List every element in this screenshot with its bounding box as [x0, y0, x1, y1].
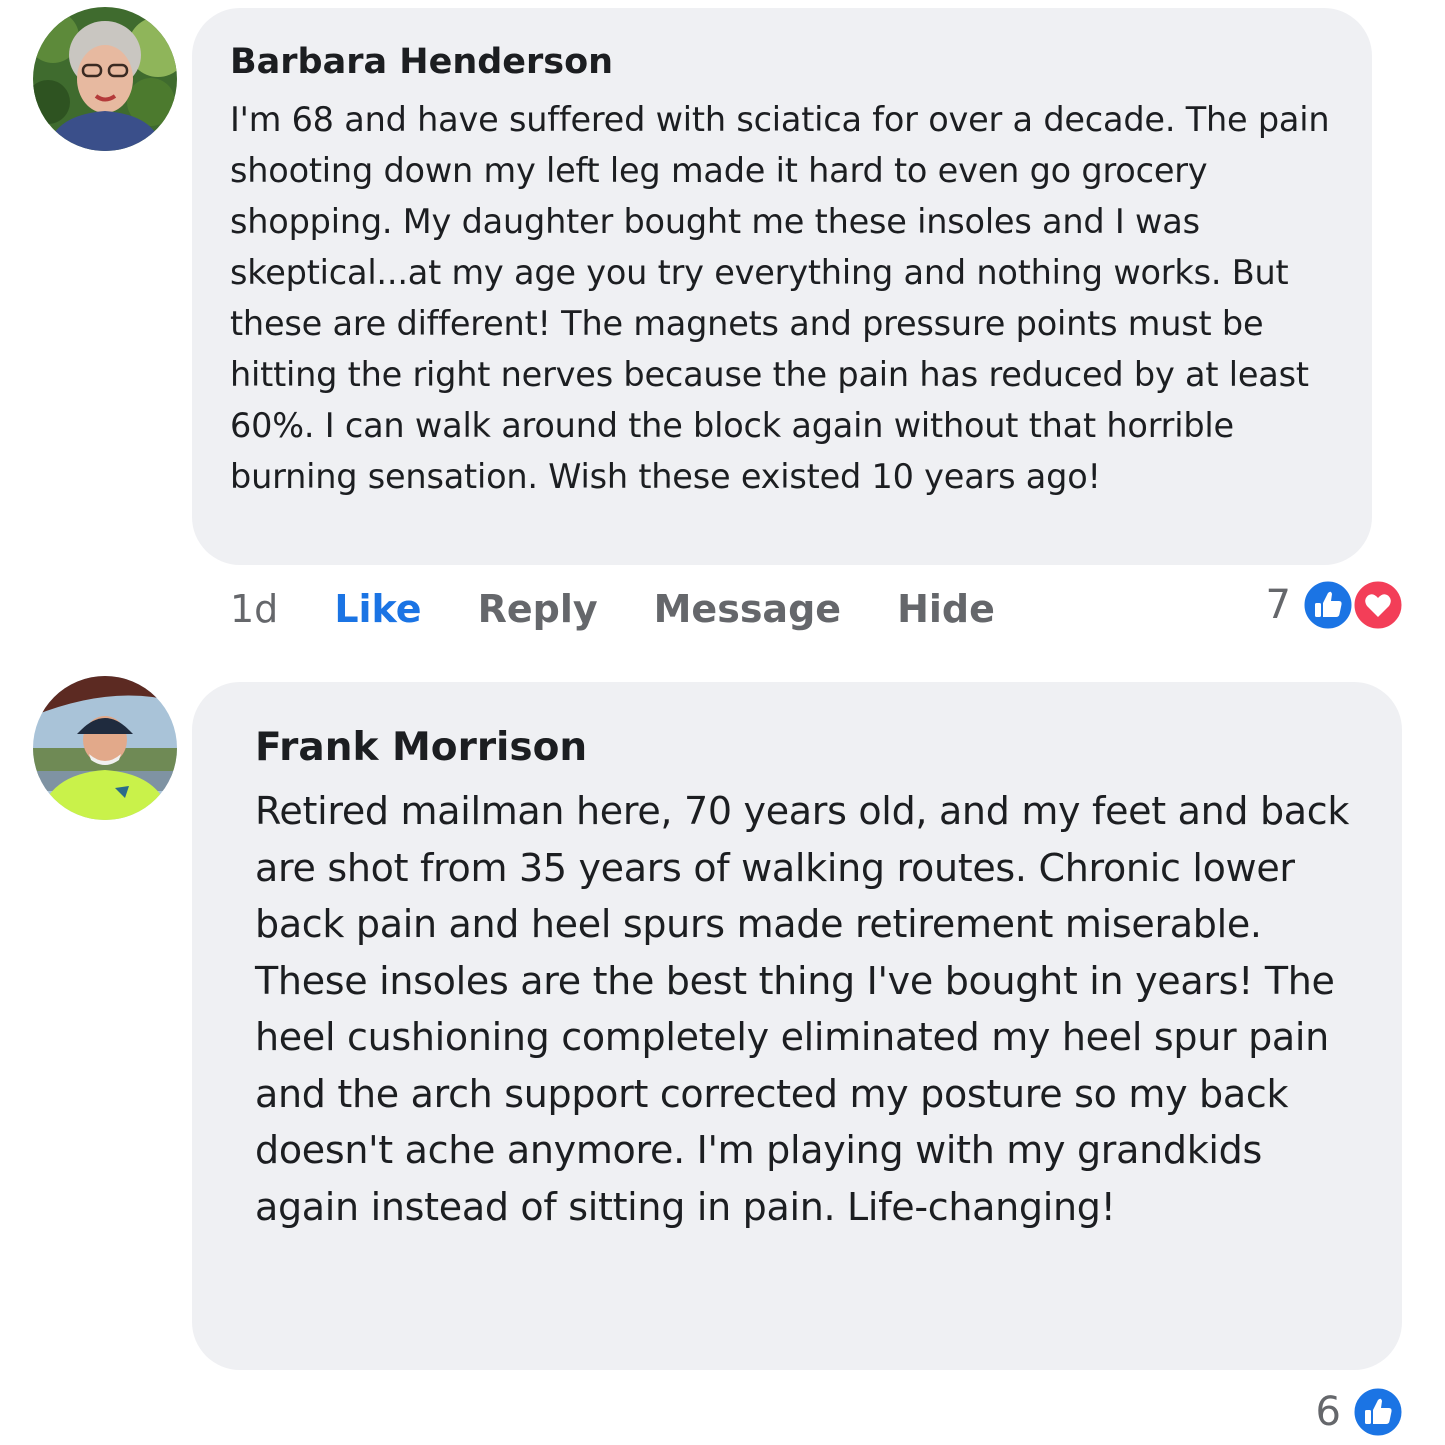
- avatar-photo-barbara: [33, 7, 177, 151]
- comment-text: I'm 68 and have suffered with sciatica f…: [230, 100, 1330, 496]
- like-button[interactable]: Like: [334, 587, 421, 631]
- hide-button[interactable]: Hide: [897, 587, 995, 631]
- reaction-summary[interactable]: 7: [1266, 578, 1405, 632]
- like-icon: [1351, 1385, 1405, 1439]
- reaction-count: 7: [1265, 582, 1291, 628]
- reply-button[interactable]: Reply: [478, 587, 598, 631]
- comment-bubble: Barbara Henderson I'm 68 and have suffer…: [192, 8, 1372, 565]
- love-icon: [1351, 578, 1405, 632]
- comment-actions: 1d Like Reply Message Hide: [230, 584, 1051, 634]
- comment-author[interactable]: Frank Morrison: [255, 725, 1372, 771]
- avatar-photo-frank: [33, 676, 177, 820]
- comment-text: Retired mailman here, 70 years old, and …: [255, 789, 1350, 1229]
- avatar[interactable]: [33, 676, 177, 820]
- reaction-summary[interactable]: 6: [1316, 1385, 1405, 1439]
- message-button[interactable]: Message: [654, 587, 841, 631]
- comment-author[interactable]: Barbara Henderson: [230, 42, 1334, 82]
- reaction-count: 6: [1315, 1389, 1341, 1435]
- comment-timestamp[interactable]: 1d: [230, 587, 278, 631]
- like-icon: [1301, 578, 1355, 632]
- comment-bubble: Frank Morrison Retired mailman here, 70 …: [192, 682, 1402, 1370]
- avatar[interactable]: [33, 7, 177, 151]
